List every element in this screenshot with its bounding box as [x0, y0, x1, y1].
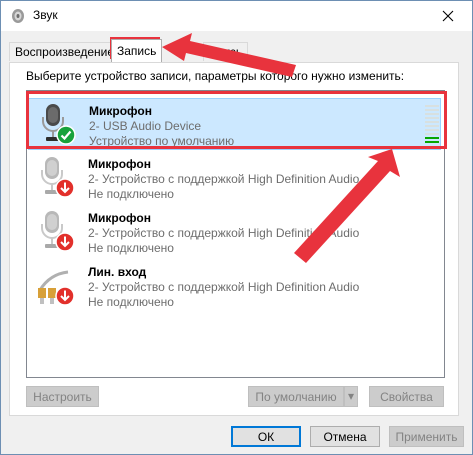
- tab-communications[interactable]: Связь: [203, 42, 249, 61]
- tab-playback[interactable]: Воспроизведение: [9, 42, 121, 61]
- level-meter-bar: [425, 105, 439, 107]
- device-list[interactable]: Микрофон 2- USB Audio Device Устройство …: [26, 90, 445, 378]
- device-name: Лин. вход: [88, 265, 147, 279]
- tab-panel: Выберите устройство записи, параметры ко…: [9, 62, 459, 416]
- level-meter-bar: [425, 125, 439, 127]
- set-default-dropdown[interactable]: ▾: [344, 386, 358, 407]
- device-state: Устройство по умолчанию: [89, 134, 235, 148]
- properties-button[interactable]: Свойства: [369, 386, 444, 407]
- check-icon: [56, 125, 76, 145]
- device-item-usb-microphone[interactable]: Микрофон 2- USB Audio Device Устройство …: [28, 98, 441, 150]
- level-meter-bar: [425, 121, 439, 123]
- speaker-icon: [12, 9, 24, 23]
- instruction-text: Выберите устройство записи, параметры ко…: [26, 69, 405, 83]
- apply-button[interactable]: Применить: [389, 426, 464, 447]
- device-item-hd-microphone-1[interactable]: Микрофон 2- Устройство с поддержкой High…: [28, 152, 441, 204]
- level-meter-bar: [425, 129, 439, 131]
- window-title: Звук: [33, 8, 58, 22]
- configure-button[interactable]: Настроить: [26, 386, 99, 407]
- down-arrow-icon: [55, 178, 75, 198]
- tab-strip: Воспроизведение Запись Связь: [9, 39, 459, 63]
- device-state: Не подключено: [88, 187, 174, 201]
- sound-dialog: Звук Воспроизведение Запись Связь Выбери…: [0, 0, 473, 455]
- tab-recording[interactable]: Запись: [111, 39, 163, 62]
- close-button[interactable]: [426, 1, 470, 31]
- device-name: Микрофон: [88, 157, 151, 171]
- device-description: 2- USB Audio Device: [89, 119, 202, 133]
- device-item-line-in[interactable]: Лин. вход 2- Устройство с поддержкой Hig…: [28, 260, 441, 312]
- device-name: Микрофон: [88, 211, 151, 225]
- level-meter-bar: [425, 133, 439, 135]
- level-meter-bar: [425, 137, 439, 139]
- close-icon: [442, 10, 454, 22]
- device-state: Не подключено: [88, 295, 174, 309]
- level-meter-bar: [425, 113, 439, 115]
- level-meter-bar: [425, 109, 439, 111]
- level-meter-bar: [425, 141, 439, 143]
- down-arrow-icon: [55, 232, 75, 252]
- title-bar[interactable]: Звук: [1, 1, 472, 31]
- level-meter-bar: [425, 117, 439, 119]
- set-default-button[interactable]: По умолчанию: [248, 386, 344, 407]
- device-description: 2- Устройство с поддержкой High Definiti…: [88, 280, 360, 294]
- level-meter: [425, 105, 439, 143]
- device-description: 2- Устройство с поддержкой High Definiti…: [88, 172, 360, 186]
- device-item-hd-microphone-2[interactable]: Микрофон 2- Устройство с поддержкой High…: [28, 206, 441, 258]
- down-arrow-icon: [55, 286, 75, 306]
- device-description: 2- Устройство с поддержкой High Definiti…: [88, 226, 360, 240]
- device-state: Не подключено: [88, 241, 174, 255]
- ok-button[interactable]: ОК: [231, 426, 301, 447]
- cancel-button[interactable]: Отмена: [310, 426, 380, 447]
- device-name: Микрофон: [89, 104, 152, 118]
- chevron-down-icon: ▾: [347, 389, 355, 403]
